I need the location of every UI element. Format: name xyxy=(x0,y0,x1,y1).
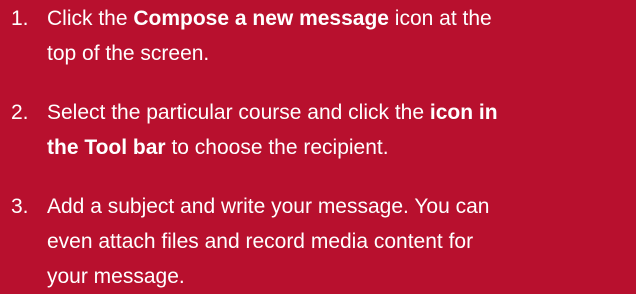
step-text-emphasis: Compose a new message xyxy=(133,7,389,30)
step-text-segment: Select the particular course and click t… xyxy=(47,101,430,124)
step-text: Click the Compose a new message icon at … xyxy=(47,1,633,71)
step-number: 3. xyxy=(11,195,29,218)
step-text-segment: even attach files and record media conte… xyxy=(47,230,474,253)
step-line: Add a subject and write your message. Yo… xyxy=(47,189,633,224)
step-text-segment: Add a subject and write your message. Yo… xyxy=(47,195,490,218)
step-line: Click the Compose a new message icon at … xyxy=(47,1,633,36)
step-text-segment: to choose the recipient. xyxy=(165,136,389,159)
step-text-emphasis: icon in xyxy=(429,101,498,124)
step-line: Select the particular course and click t… xyxy=(47,95,633,130)
step-number: 1. xyxy=(11,7,29,30)
step-text: Select the particular course and click t… xyxy=(47,95,633,165)
step-number: 2. xyxy=(11,101,29,124)
step-line: your message. xyxy=(47,259,633,294)
step-text-emphasis: the Tool bar xyxy=(47,136,166,159)
step-line: the Tool bar to choose the recipient. xyxy=(47,130,633,165)
step-text-segment: top of the screen. xyxy=(47,42,210,65)
instruction-panel: 1. Click the Compose a new message icon … xyxy=(0,0,636,288)
step-text-segment: icon at the xyxy=(388,7,492,30)
step-line: top of the screen. xyxy=(47,36,633,71)
step-line: even attach files and record media conte… xyxy=(47,224,633,259)
step-text: Add a subject and write your message. Yo… xyxy=(47,189,633,294)
step-text-segment: Click the xyxy=(47,7,134,30)
